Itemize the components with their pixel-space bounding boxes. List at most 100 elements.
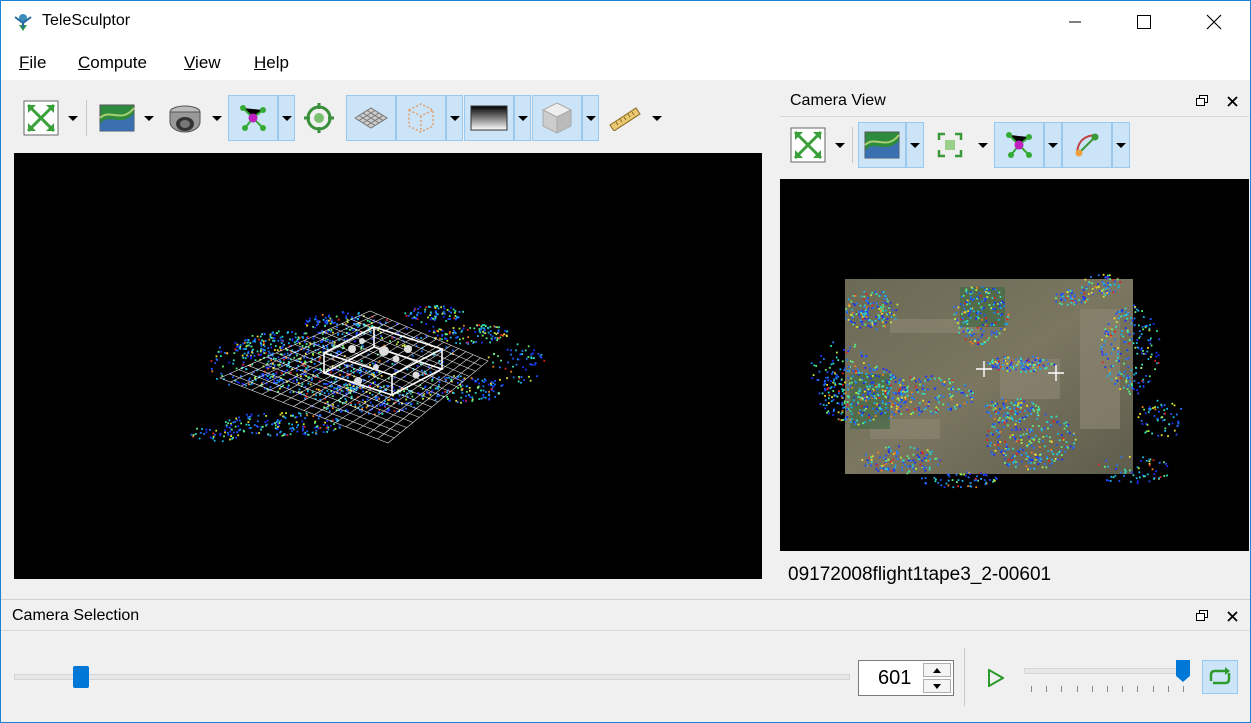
loop-icon xyxy=(1209,667,1231,685)
camera-icon xyxy=(169,105,201,133)
feature-points-icon xyxy=(1006,132,1032,158)
maximize-button[interactable] xyxy=(1121,0,1167,44)
play-icon xyxy=(988,669,1004,687)
world-feature-points-dropdown[interactable] xyxy=(278,95,295,141)
minimize-button[interactable] xyxy=(1052,0,1098,44)
world-measure-dropdown[interactable] xyxy=(650,95,664,141)
camera-image-view[interactable] xyxy=(780,179,1249,551)
camera-reset-view-dropdown[interactable] xyxy=(833,122,847,168)
speed-tick xyxy=(1091,686,1093,692)
residuals-icon xyxy=(1075,133,1099,157)
camera-view-float-button[interactable] xyxy=(1194,93,1210,109)
menu-bar: File Compute View Help xyxy=(0,44,1251,80)
camera-view-dock-header: Camera View xyxy=(780,86,1249,117)
world-image-layer-dropdown[interactable] xyxy=(142,95,156,141)
world-reset-view-button[interactable] xyxy=(18,95,64,141)
camera-image-layer-button[interactable] xyxy=(858,122,906,168)
camera-feature-points-button[interactable] xyxy=(994,122,1044,168)
close-icon xyxy=(1226,95,1238,107)
close-button[interactable] xyxy=(1191,0,1237,44)
target-icon xyxy=(304,103,334,133)
chevron-down-icon xyxy=(933,683,941,689)
camera-selection-title: Camera Selection xyxy=(12,607,140,624)
world-reset-view-dropdown[interactable] xyxy=(66,95,80,141)
camera-select-region-dropdown[interactable] xyxy=(976,122,990,168)
speed-tick xyxy=(1031,686,1032,692)
camera-feature-points-dropdown[interactable] xyxy=(1044,122,1062,168)
minimize-icon xyxy=(1069,21,1081,23)
world-toolbar xyxy=(0,80,775,150)
menu-view[interactable]: View xyxy=(184,53,221,73)
world-camera-dropdown[interactable] xyxy=(210,95,224,141)
frame-number-value[interactable]: 601 xyxy=(878,667,911,690)
speed-tick xyxy=(1167,686,1169,692)
menu-file[interactable]: File xyxy=(19,53,46,73)
speed-tick xyxy=(1183,686,1184,692)
close-icon xyxy=(1226,610,1238,622)
world-3d-view[interactable] xyxy=(14,153,762,579)
playback-speed-track[interactable] xyxy=(1024,668,1190,674)
frame-slider-track[interactable] xyxy=(14,674,850,680)
reset-view-icon xyxy=(790,127,826,163)
roi-box-icon xyxy=(408,103,434,133)
frame-slider-thumb[interactable] xyxy=(73,666,90,688)
world-feature-points-button[interactable] xyxy=(228,95,278,141)
feature-points-icon xyxy=(240,105,266,131)
speed-tick xyxy=(1076,686,1078,692)
loop-button[interactable] xyxy=(1202,660,1238,694)
playback-speed-thumb[interactable] xyxy=(1176,660,1190,682)
camera-selection-close-button[interactable] xyxy=(1224,608,1240,624)
menu-compute[interactable]: Compute xyxy=(78,53,147,73)
title-bar: TeleSculptor xyxy=(0,0,1251,44)
select-region-icon xyxy=(937,132,963,158)
camera-view-title: Camera View xyxy=(790,92,886,109)
camera-residuals-dropdown[interactable] xyxy=(1112,122,1130,168)
frame-name-label: 09172008flight1tape3_2-00601 xyxy=(788,564,1052,585)
depth-map-icon xyxy=(470,105,508,131)
maximize-icon xyxy=(1137,15,1151,29)
float-icon xyxy=(1196,95,1208,106)
camera-frame-render xyxy=(810,273,1182,489)
camera-image-layer-dropdown[interactable] xyxy=(906,122,924,168)
speed-tick xyxy=(1152,686,1154,692)
reset-view-icon xyxy=(23,100,59,136)
frame-decrement-button[interactable] xyxy=(923,679,951,693)
window-title: TeleSculptor xyxy=(42,12,131,29)
camera-toolbar xyxy=(780,118,1249,174)
camera-selection-dock-header: Camera Selection xyxy=(0,600,1251,631)
speed-tick xyxy=(1137,686,1139,692)
world-depth-map-dropdown[interactable] xyxy=(514,95,531,141)
chevron-up-icon xyxy=(933,667,941,673)
world-roi-box-button[interactable] xyxy=(396,95,446,141)
close-icon xyxy=(1206,14,1222,30)
surface-mesh-icon xyxy=(541,102,573,134)
speed-tick xyxy=(1122,686,1124,692)
image-layer-icon xyxy=(99,104,135,132)
ground-plane-icon xyxy=(354,107,388,129)
camera-residuals-button[interactable] xyxy=(1062,122,1112,168)
menu-help[interactable]: Help xyxy=(254,53,289,73)
speed-tick xyxy=(1046,686,1048,692)
world-surface-mesh-dropdown[interactable] xyxy=(582,95,599,141)
world-ground-plane-button[interactable] xyxy=(346,95,396,141)
app-logo-icon xyxy=(12,11,34,33)
camera-reset-view-button[interactable] xyxy=(785,122,831,168)
image-layer-icon xyxy=(864,131,900,159)
point-cloud-render xyxy=(190,305,546,444)
camera-view-close-button[interactable] xyxy=(1224,93,1240,109)
play-button[interactable] xyxy=(984,666,1008,690)
world-depth-map-button[interactable] xyxy=(464,95,514,141)
camera-selection-float-button[interactable] xyxy=(1194,608,1210,624)
measure-ruler-icon xyxy=(609,107,641,131)
world-camera-button[interactable] xyxy=(162,95,208,141)
world-surface-mesh-button[interactable] xyxy=(532,95,582,141)
speed-tick xyxy=(1061,686,1063,692)
speed-tick xyxy=(1107,686,1108,692)
frame-increment-button[interactable] xyxy=(923,663,951,677)
world-measure-button[interactable] xyxy=(604,95,646,141)
float-icon xyxy=(1196,610,1208,621)
world-roi-box-dropdown[interactable] xyxy=(446,95,463,141)
world-image-layer-button[interactable] xyxy=(94,95,140,141)
world-target-button[interactable] xyxy=(298,95,340,141)
camera-select-region-button[interactable] xyxy=(930,122,970,168)
